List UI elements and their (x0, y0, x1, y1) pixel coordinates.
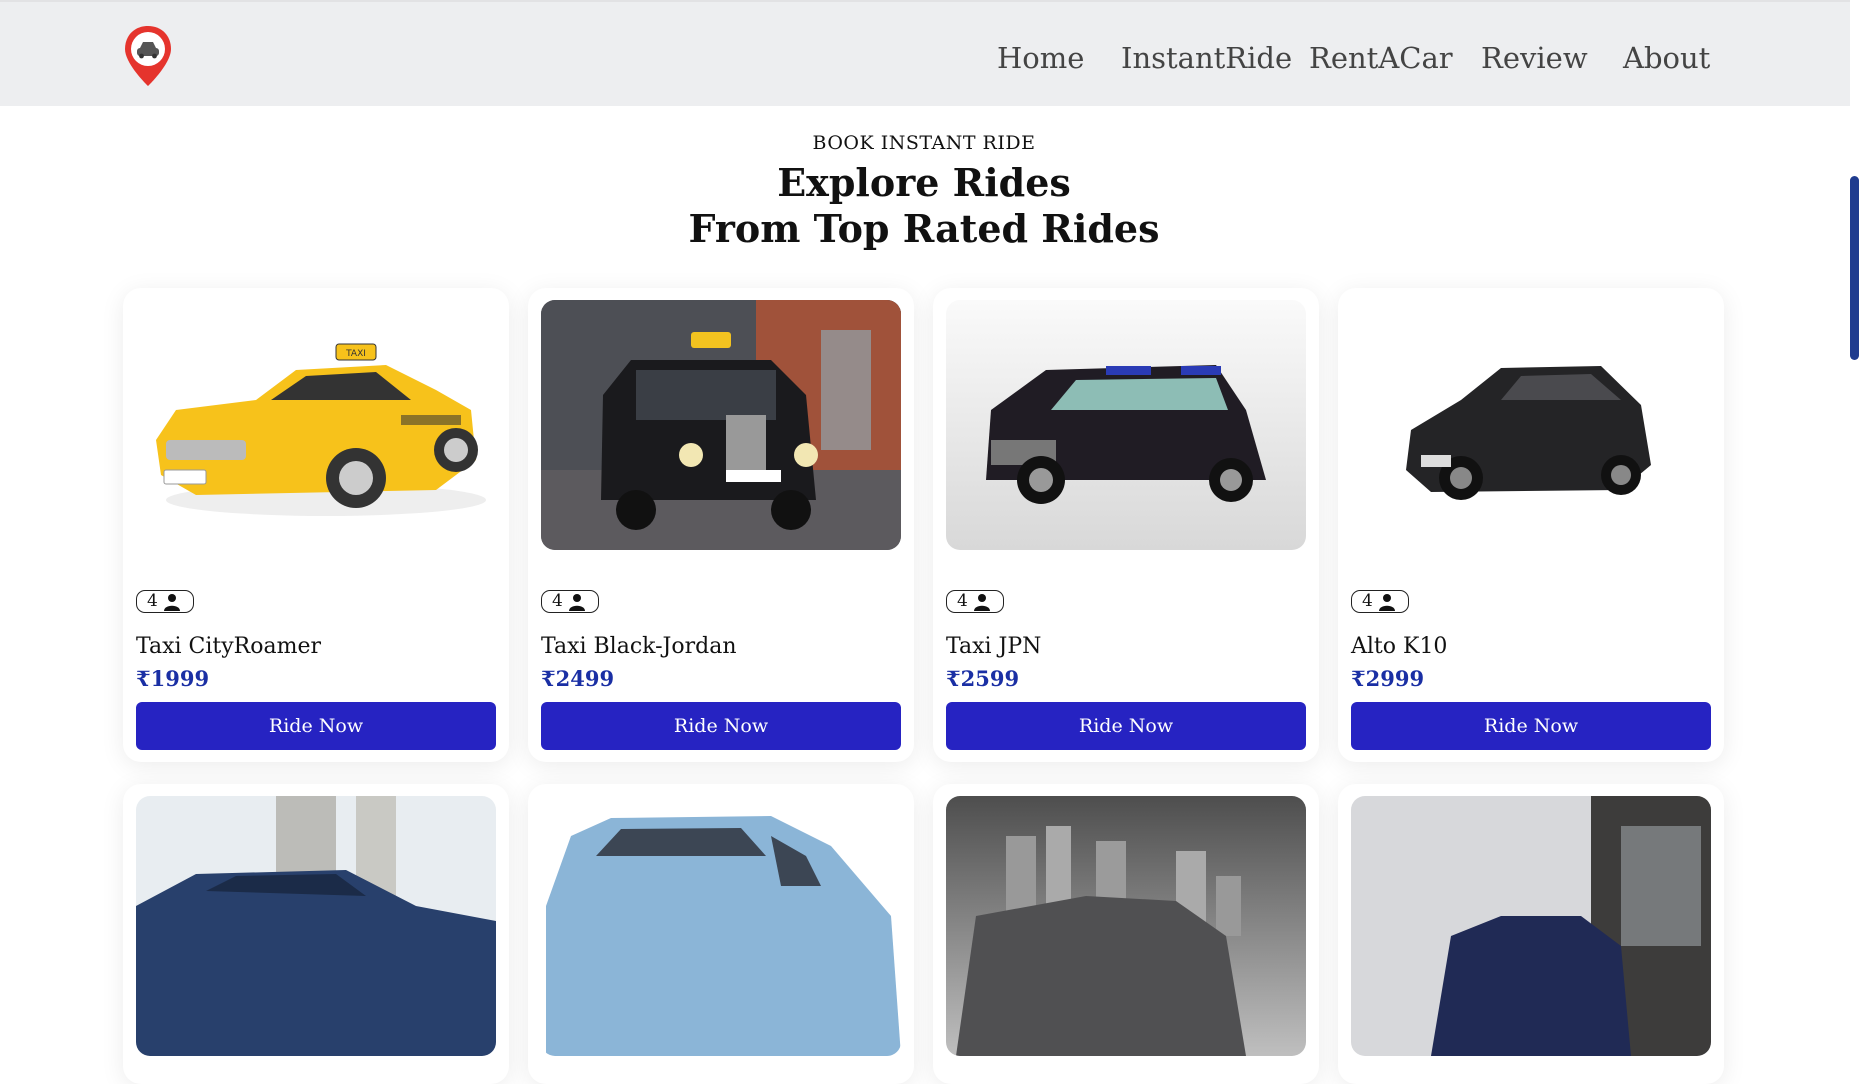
nav-link-review[interactable]: Review (1481, 32, 1588, 84)
car-image-blue-sedan (136, 796, 496, 1056)
person-icon (568, 593, 585, 611)
car-card (933, 784, 1319, 1084)
car-card (1338, 784, 1724, 1084)
car-image-city-suv (946, 796, 1306, 1056)
section-eyebrow: BOOK INSTANT RIDE (812, 132, 1036, 154)
car-image-black-london-cab (541, 300, 901, 550)
person-icon (163, 593, 180, 611)
car-image-light-blue-mpv (541, 796, 901, 1056)
hero-section: BOOK INSTANT RIDE Explore Rides From Top… (0, 126, 1848, 252)
seat-count: 4 (957, 591, 968, 611)
seat-count: 4 (147, 591, 158, 611)
nav-link-instantride[interactable]: InstantRide (1121, 32, 1292, 84)
seat-count-badge: 4 (541, 590, 599, 613)
nav-link-about[interactable]: About (1623, 32, 1710, 84)
car-card (123, 784, 509, 1084)
car-card: 4 Taxi JPN ₹2599 Ride Now (933, 288, 1319, 762)
scrollbar-thumb[interactable] (1850, 176, 1859, 360)
seat-count: 4 (1362, 591, 1373, 611)
car-image-black-hatchback (1351, 300, 1711, 550)
car-card: 4 Taxi Black-Jordan ₹2499 Ride Now (528, 288, 914, 762)
car-name: Taxi JPN (946, 634, 1042, 659)
nav-link-rentacar[interactable]: RentACar (1309, 32, 1453, 84)
navbar: Home InstantRide RentACar Review About (0, 0, 1850, 106)
car-name: Taxi Black-Jordan (541, 634, 737, 659)
car-image-navy-car (1351, 796, 1711, 1056)
person-icon (1378, 593, 1395, 611)
section-title-line1: Explore Rides (777, 160, 1071, 205)
svg-text:TAXI: TAXI (345, 349, 366, 359)
car-price: ₹2599 (946, 666, 1020, 691)
seat-count-badge: 4 (136, 590, 194, 613)
nav-link-home[interactable]: Home (997, 32, 1084, 84)
car-price: ₹2499 (541, 666, 615, 691)
car-price: ₹1999 (136, 666, 210, 691)
seat-count-badge: 4 (946, 590, 1004, 613)
person-icon (973, 593, 990, 611)
seat-count-badge: 4 (1351, 590, 1409, 613)
car-card: TAXI 4 Taxi CityRoamer ₹1999 Ride Now (123, 288, 509, 762)
ride-now-button[interactable]: Ride Now (136, 702, 496, 750)
car-image-yellow-taxi: TAXI (136, 300, 496, 550)
car-name: Taxi CityRoamer (136, 634, 321, 659)
nav-links: Home InstantRide RentACar Review About (0, 32, 1850, 84)
car-price: ₹2999 (1351, 666, 1425, 691)
scrollbar-track[interactable] (1850, 0, 1861, 932)
section-title-line2: From Top Rated Rides (688, 206, 1160, 251)
car-name: Alto K10 (1351, 634, 1448, 659)
car-card (528, 784, 914, 1084)
ride-now-button[interactable]: Ride Now (541, 702, 901, 750)
seat-count: 4 (552, 591, 563, 611)
car-card: 4 Alto K10 ₹2999 Ride Now (1338, 288, 1724, 762)
ride-now-button[interactable]: Ride Now (946, 702, 1306, 750)
ride-now-button[interactable]: Ride Now (1351, 702, 1711, 750)
car-image-japan-taxi (946, 300, 1306, 550)
